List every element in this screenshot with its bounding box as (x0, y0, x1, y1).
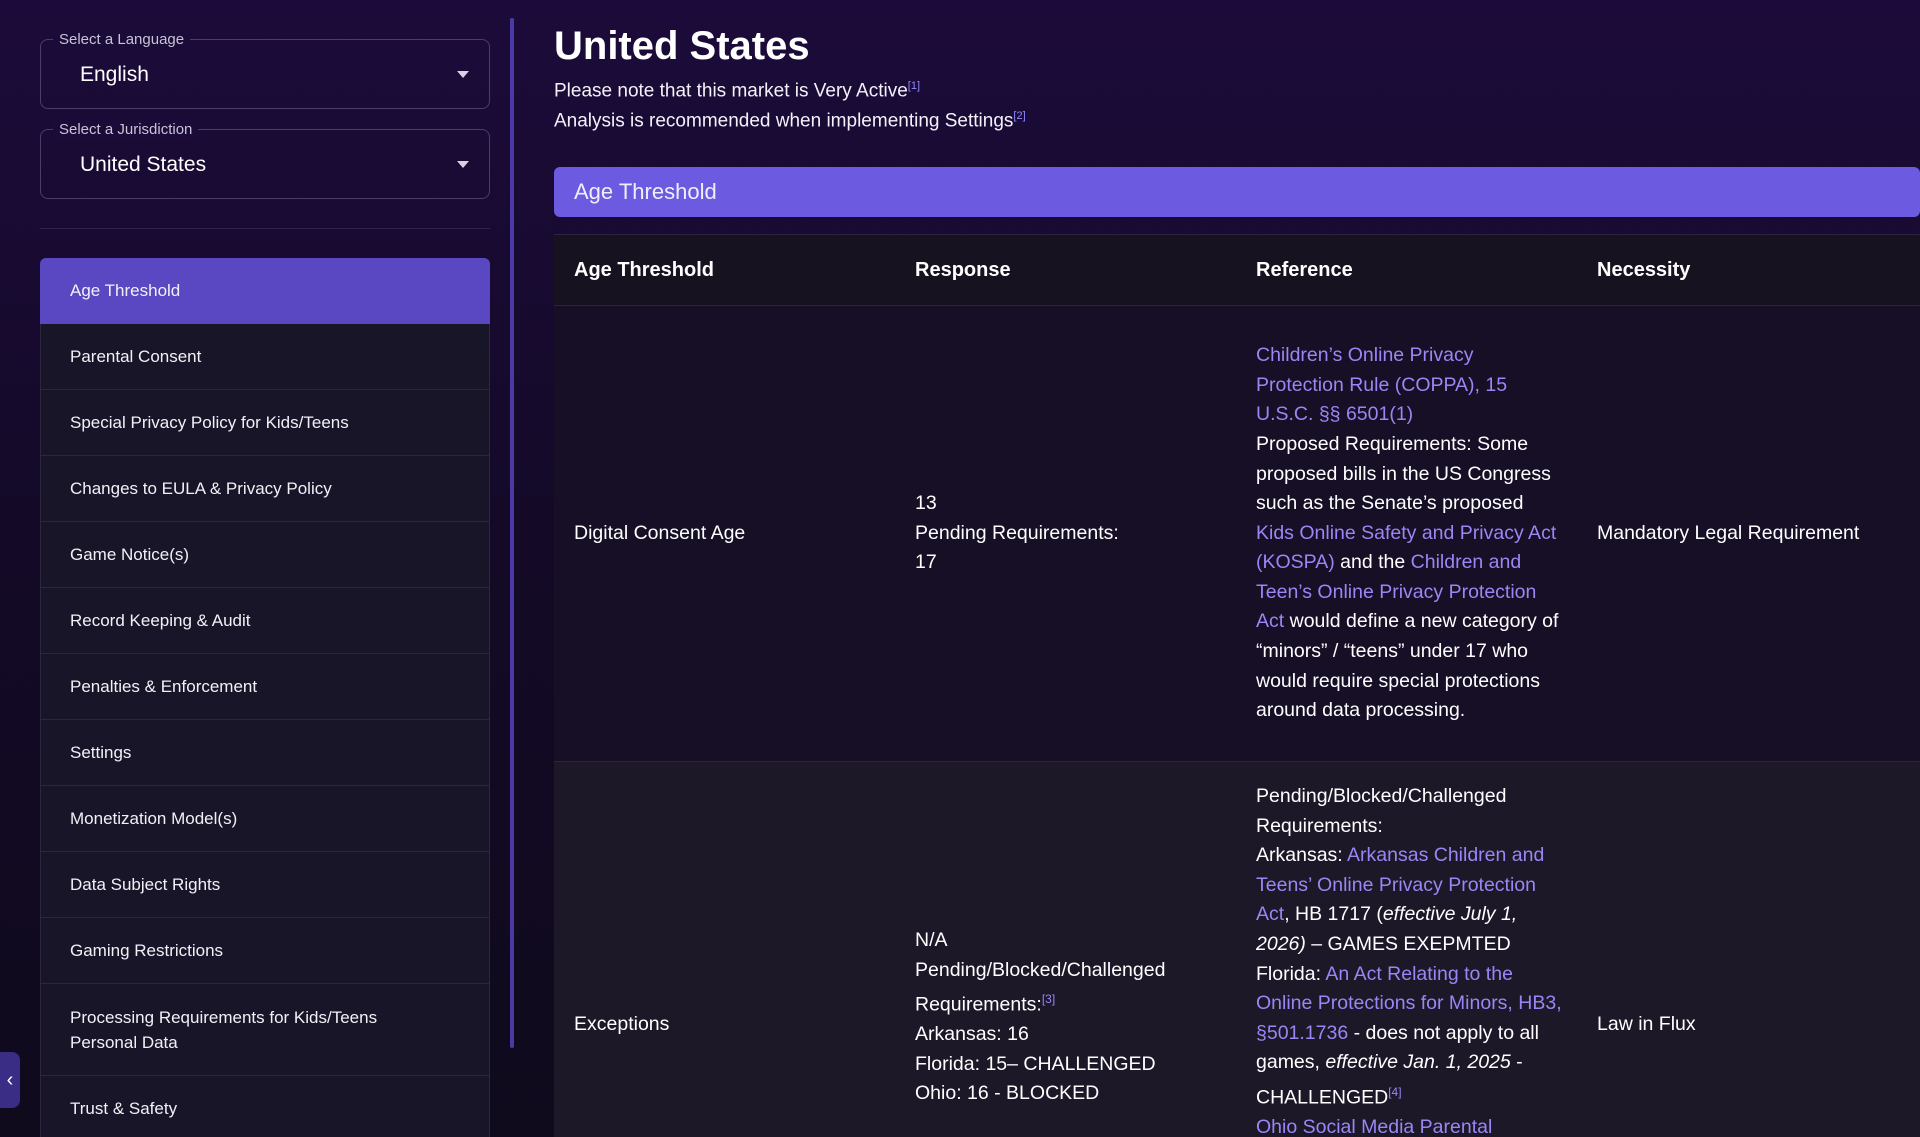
sidebar-item-label: Monetization Model(s) (70, 809, 238, 828)
necessity-cell: Law in Flux (1597, 1013, 1696, 1035)
column-header: Response (915, 258, 1011, 281)
section-header: Age Threshold (554, 167, 1920, 217)
sidebar-nav: Age Threshold Parental Consent Special P… (40, 258, 490, 1137)
footnote-ref[interactable]: [3] (1042, 992, 1055, 1006)
sidebar-item-label: Gaming Restrictions (70, 941, 224, 960)
response-cell: 13 Pending Requirements: 17 (915, 492, 1119, 574)
sidebar-item-label: Game Notice(s) (70, 545, 190, 564)
sidebar: Select a Language English Select a Juris… (40, 0, 490, 1137)
sidebar-item-label: Settings (70, 743, 132, 762)
sidebar-item-label: Trust & Safety (70, 1099, 178, 1118)
column-header: Reference (1256, 258, 1353, 281)
sidebar-item-eula-changes[interactable]: Changes to EULA & Privacy Policy (40, 456, 490, 522)
sidebar-scrollbar[interactable] (510, 18, 514, 1048)
sidebar-item-game-notices[interactable]: Game Notice(s) (40, 522, 490, 588)
language-select[interactable]: Select a Language English (40, 31, 490, 109)
sidebar-item-label: Penalties & Enforcement (70, 677, 258, 696)
age-threshold-table: Age Threshold Response Reference Necessi… (554, 234, 1920, 1137)
reference-link[interactable]: Children’s Online Privacy Protection Rul… (1256, 344, 1507, 425)
table-header: Age Threshold Response Reference Necessi… (554, 234, 1920, 306)
sidebar-item-label: Special Privacy Policy for Kids/Teens (70, 413, 349, 432)
reference-cell: Pending/Blocked/Challenged Requirements:… (1256, 785, 1562, 1137)
collapse-sidebar-button[interactable]: ‹ (0, 1052, 20, 1108)
chevron-down-icon (457, 161, 469, 168)
sidebar-item-trust-safety[interactable]: Trust & Safety (40, 1076, 490, 1137)
response-cell: N/A Pending/Blocked/Challenged Requireme… (915, 929, 1166, 1105)
sidebar-item-label: Processing Requirements for Kids/Teens P… (70, 1007, 378, 1052)
threshold-cell: Digital Consent Age (574, 521, 746, 544)
sidebar-item-monetization[interactable]: Monetization Model(s) (40, 786, 490, 852)
sidebar-item-record-keeping[interactable]: Record Keeping & Audit (40, 588, 490, 654)
footnote-ref[interactable]: [1] (908, 80, 920, 92)
threshold-cell: Exceptions (574, 1013, 670, 1035)
sidebar-item-parental-consent[interactable]: Parental Consent (40, 324, 490, 390)
sidebar-item-gaming-restrictions[interactable]: Gaming Restrictions (40, 918, 490, 984)
sidebar-item-label: Parental Consent (70, 347, 202, 366)
analysis-note: Analysis is recommended when implementin… (554, 110, 1026, 132)
jurisdiction-select-label: Select a Jurisdiction (53, 121, 199, 139)
market-activity-note: Please note that this market is Very Act… (554, 80, 921, 102)
reference-link[interactable]: Ohio Social Media Parental (1256, 1116, 1492, 1137)
footnote-ref[interactable]: [4] (1388, 1085, 1401, 1099)
sidebar-item-processing-requirements[interactable]: Processing Requirements for Kids/Teens P… (40, 984, 490, 1076)
footnote-ref[interactable]: [2] (1013, 110, 1025, 122)
table-row: Exceptions N/A Pending/Blocked/Challenge… (554, 762, 1920, 1137)
sidebar-item-label: Record Keeping & Audit (70, 611, 251, 630)
sidebar-item-special-privacy-policy[interactable]: Special Privacy Policy for Kids/Teens (40, 390, 490, 456)
sidebar-item-penalties[interactable]: Penalties & Enforcement (40, 654, 490, 720)
sidebar-item-label: Data Subject Rights (70, 875, 221, 894)
necessity-cell: Mandatory Legal Requirement (1597, 521, 1860, 544)
chevron-left-icon: ‹ (6, 1068, 14, 1091)
jurisdiction-select-value: United States (80, 153, 207, 176)
sidebar-divider (40, 228, 490, 229)
language-select-value: English (80, 63, 149, 86)
sidebar-item-age-threshold[interactable]: Age Threshold (40, 258, 490, 324)
sidebar-item-data-subject-rights[interactable]: Data Subject Rights (40, 852, 490, 918)
page-title: United States (554, 24, 810, 68)
language-select-label: Select a Language (53, 31, 191, 49)
sidebar-item-settings[interactable]: Settings (40, 720, 490, 786)
reference-cell: Children’s Online Privacy Protection Rul… (1256, 344, 1559, 722)
sidebar-item-label: Changes to EULA & Privacy Policy (70, 479, 332, 498)
jurisdiction-select[interactable]: Select a Jurisdiction United States (40, 121, 490, 199)
column-header: Age Threshold (574, 258, 715, 281)
sidebar-item-label: Age Threshold (70, 281, 181, 300)
chevron-down-icon (457, 71, 469, 78)
table-row: Digital Consent Age 13 Pending Requireme… (554, 306, 1920, 762)
column-header: Necessity (1597, 258, 1691, 281)
